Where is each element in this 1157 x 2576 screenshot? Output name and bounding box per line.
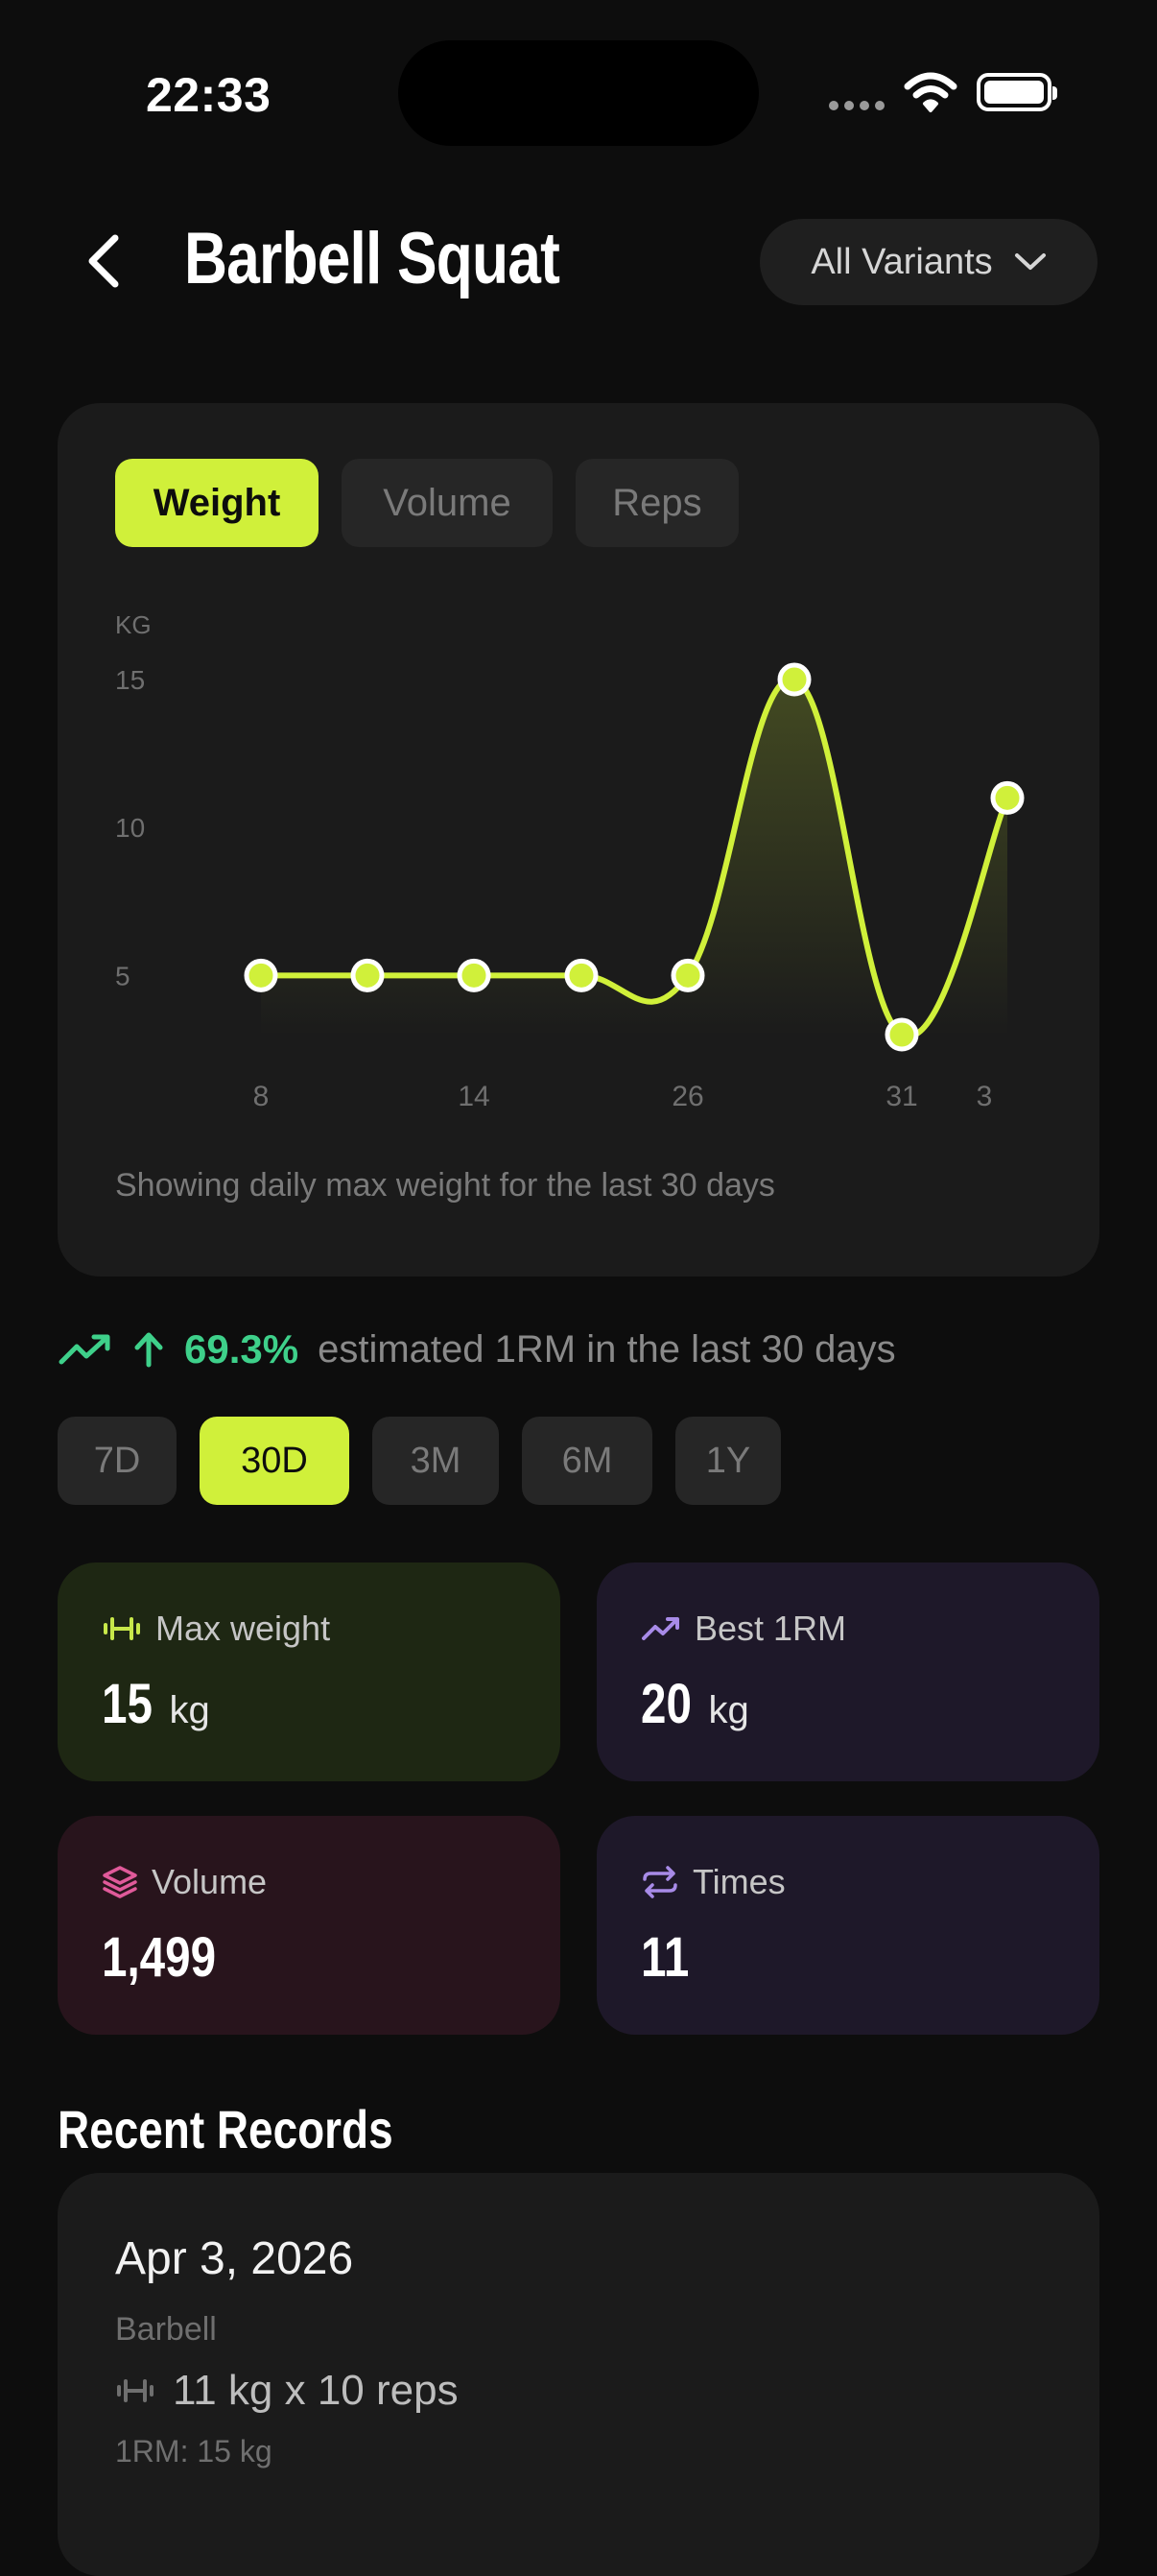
stat-card-max-weight: Max weight 15 kg bbox=[58, 1562, 560, 1781]
record-sets: 11 kg x 10 reps bbox=[115, 2367, 459, 2415]
repeat-icon bbox=[643, 1866, 677, 1898]
x-tick-label: 26 bbox=[672, 1081, 703, 1112]
range-1y[interactable]: 1Y bbox=[675, 1417, 781, 1505]
y-tick-label: 5 bbox=[115, 961, 130, 990]
chart-data-point[interactable] bbox=[777, 662, 812, 697]
stat-label-volume: Volume bbox=[152, 1862, 268, 1901]
stat-label-best-1rm: Best 1RM bbox=[695, 1609, 847, 1648]
chart-data-point[interactable] bbox=[244, 958, 278, 992]
recent-records-title: Recent Records bbox=[58, 2099, 393, 2159]
stat-value-times: 11 bbox=[641, 1926, 690, 1989]
dumbbell-icon bbox=[104, 1617, 140, 1640]
trend-up-icon bbox=[642, 1617, 679, 1640]
trend-description: estimated 1RM in the last 30 days bbox=[318, 1327, 896, 1371]
stat-label-times: Times bbox=[693, 1862, 786, 1901]
x-tick-label: 8 bbox=[253, 1081, 270, 1112]
record-equipment: Barbell bbox=[115, 2311, 217, 2348]
stat-card-times: Times 11 bbox=[597, 1816, 1099, 2035]
stat-value-best-1rm: 20 bbox=[641, 1673, 692, 1735]
record-one-rm: 1RM: 15 kg bbox=[115, 2434, 272, 2469]
chart-data-point[interactable] bbox=[457, 958, 491, 992]
chart-data-point[interactable] bbox=[671, 958, 705, 992]
stat-unit-max-weight: kg bbox=[169, 1689, 210, 1731]
chart-data-point[interactable] bbox=[990, 780, 1025, 815]
chart-data-point[interactable] bbox=[564, 958, 599, 992]
arrow-up-icon bbox=[134, 1332, 163, 1368]
y-tick-label: 15 bbox=[115, 665, 145, 695]
stat-card-best-1rm: Best 1RM 20 kg bbox=[597, 1562, 1099, 1781]
weight-line-chart: KG 5 10 15 8 14 26 31 3 bbox=[115, 610, 1025, 1112]
range-6m[interactable]: 6M bbox=[522, 1417, 652, 1505]
trending-up-icon bbox=[59, 1334, 110, 1365]
stat-card-volume: Volume 1,499 bbox=[58, 1816, 560, 2035]
stat-unit-best-1rm: kg bbox=[708, 1689, 749, 1731]
layers-icon bbox=[103, 1866, 137, 1898]
stat-value-max-weight: 15 bbox=[102, 1673, 153, 1735]
x-tick-label: 3 bbox=[977, 1081, 993, 1112]
chart-caption: Showing daily max weight for the last 30… bbox=[115, 1167, 775, 1204]
range-7d[interactable]: 7D bbox=[58, 1417, 177, 1505]
trend-summary: 69.3% estimated 1RM in the last 30 days bbox=[58, 1326, 896, 1372]
chart-data-point[interactable] bbox=[350, 958, 385, 992]
y-axis-unit-label: KG bbox=[115, 610, 152, 639]
x-tick-label: 31 bbox=[885, 1081, 917, 1112]
stat-value-volume: 1,499 bbox=[102, 1926, 217, 1989]
dumbbell-icon bbox=[117, 2379, 153, 2402]
x-tick-label: 14 bbox=[458, 1081, 489, 1112]
chart-data-point[interactable] bbox=[885, 1017, 919, 1052]
range-30d[interactable]: 30D bbox=[200, 1417, 349, 1505]
y-tick-label: 10 bbox=[115, 813, 145, 843]
record-date: Apr 3, 2026 bbox=[115, 2233, 354, 2284]
stat-label-max-weight: Max weight bbox=[155, 1609, 331, 1648]
trend-percent: 69.3% bbox=[184, 1326, 299, 1371]
record-sets-text: 11 kg x 10 reps bbox=[173, 2367, 459, 2414]
range-3m[interactable]: 3M bbox=[372, 1417, 499, 1505]
